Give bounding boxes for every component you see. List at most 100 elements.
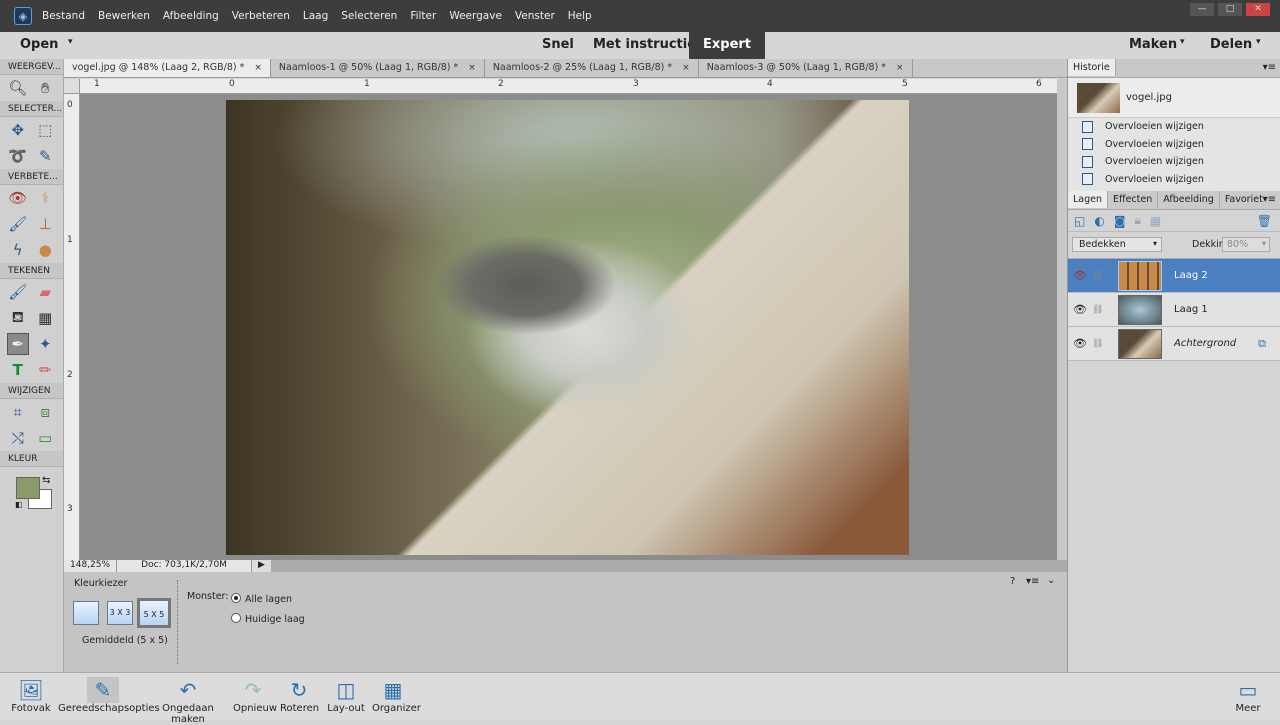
paint-bucket-icon[interactable]: ⛾ (7, 307, 29, 329)
collapse-icon[interactable]: ⌄ (1047, 575, 1055, 586)
help-icon[interactable]: ? (1010, 576, 1015, 587)
eyedropper-tool-icon[interactable]: ✒ (6, 333, 29, 355)
panel-menu-icon[interactable]: ▾≡ (1262, 194, 1276, 205)
close-tab-icon[interactable]: × (896, 63, 904, 73)
redo-button[interactable]: ↷ Opnieuw (233, 677, 277, 714)
foreground-color-swatch[interactable] (16, 477, 40, 499)
undo-button[interactable]: ↶ Ongedaan maken (149, 677, 227, 725)
close-tab-icon[interactable]: × (682, 63, 690, 73)
radio-huidige-laag[interactable]: Huidige laag (231, 613, 305, 625)
open-dropdown-icon[interactable]: ▾ (68, 37, 73, 47)
menu-afbeelding[interactable]: Afbeelding (163, 10, 219, 22)
crop-tool-icon[interactable]: ⌗ (7, 401, 29, 423)
visibility-icon[interactable]: 👁︎ (1068, 337, 1092, 350)
status-menu-arrow-icon[interactable]: ▶ (252, 560, 271, 572)
doc-tab-naamloos-2[interactable]: Naamloos-2 @ 25% (Laag 1, RGB/8) * × (485, 59, 699, 77)
straighten-tool-icon[interactable]: ▭ (34, 427, 56, 449)
lock-transparency-icon[interactable]: ▦ (1150, 214, 1161, 228)
history-item[interactable]: Overvloeien wijzigen (1068, 171, 1280, 189)
hand-tool-icon[interactable]: ✋︎ (34, 77, 56, 99)
type-tool-icon[interactable]: T (7, 359, 29, 381)
history-item[interactable]: Overvloeien wijzigen (1068, 153, 1280, 171)
menu-filter[interactable]: Filter (410, 10, 436, 22)
quick-selection-icon[interactable]: ✎ (34, 145, 56, 167)
fotovak-button[interactable]: 🖼︎ Fotovak (10, 677, 52, 714)
canvas-area[interactable] (80, 94, 1057, 560)
recompose-tool-icon[interactable]: ⧈ (34, 401, 56, 423)
lock-all-icon[interactable]: 🔒︎ (1134, 213, 1140, 228)
clone-stamp-icon[interactable]: ⊥ (34, 213, 56, 235)
pencil-tool-icon[interactable]: ✏ (34, 359, 56, 381)
custom-shape-icon[interactable]: ✦ (34, 333, 56, 355)
tab-afbeelding[interactable]: Afbeelding (1158, 191, 1220, 208)
visibility-hidden-icon[interactable]: 👁︎ (1068, 269, 1092, 282)
red-eye-tool-icon[interactable]: 👁︎ (7, 187, 29, 209)
doc-tab-vogel[interactable]: vogel.jpg @ 148% (Laag 2, RGB/8) * × (64, 59, 271, 77)
maken-dropdown-icon[interactable]: ▾ (1180, 37, 1185, 47)
menu-selecteren[interactable]: Selecteren (341, 10, 397, 22)
smart-brush-icon[interactable]: 🖌︎ (7, 213, 29, 235)
swap-colors-icon[interactable]: ⇆ (42, 475, 50, 486)
doc-tab-naamloos-1[interactable]: Naamloos-1 @ 50% (Laag 1, RGB/8) * × (271, 59, 485, 77)
layer-mask-icon[interactable]: ◙ (1114, 214, 1126, 228)
brush-tool-icon[interactable]: 🖌︎ (7, 281, 29, 303)
minimize-button[interactable]: — (1190, 3, 1214, 16)
new-layer-icon[interactable]: ◱ (1074, 214, 1085, 228)
layer-row-laag-1[interactable]: 👁︎ ⛓ Laag 1 (1068, 293, 1280, 327)
delen-dropdown-icon[interactable]: ▾ (1256, 37, 1261, 47)
radio-alle-lagen[interactable]: Alle lagen (231, 593, 292, 605)
document-image[interactable] (226, 100, 909, 555)
link-icon[interactable]: ⛓ (1092, 271, 1112, 281)
zoom-tool-icon[interactable]: 🔍︎ (7, 77, 29, 99)
move-tool-icon[interactable]: ✥ (7, 119, 29, 141)
open-button[interactable]: Open (20, 37, 58, 52)
maximize-button[interactable]: □ (1218, 3, 1242, 16)
menu-venster[interactable]: Venster (515, 10, 555, 22)
zoom-level[interactable]: 148,25% (64, 560, 118, 572)
sponge-tool-icon[interactable]: ● (34, 239, 56, 261)
horizontal-scrollbar[interactable] (270, 560, 1067, 572)
content-aware-move-icon[interactable]: ⤭ (7, 427, 29, 449)
visibility-icon[interactable]: 👁︎ (1068, 303, 1092, 316)
tab-lagen[interactable]: Lagen (1068, 191, 1109, 208)
more-button[interactable]: ▭ Meer (1232, 677, 1264, 714)
link-icon[interactable]: ⛓ (1092, 305, 1112, 315)
layer-name[interactable]: Achtergrond (1174, 338, 1236, 349)
layer-name[interactable]: Laag 1 (1174, 304, 1208, 315)
mode-expert[interactable]: Expert (689, 32, 766, 59)
link-icon[interactable]: ⛓ (1092, 339, 1112, 349)
adjustment-layer-icon[interactable]: ◐ (1094, 214, 1104, 228)
layer-row-laag-2[interactable]: 👁︎ ⛓ Laag 2 (1068, 259, 1280, 293)
tab-historie[interactable]: Historie (1068, 59, 1116, 76)
sample-size-point[interactable] (73, 601, 99, 625)
maken-button[interactable]: Maken (1129, 37, 1177, 52)
menu-bestand[interactable]: Bestand (42, 10, 85, 22)
layout-button[interactable]: ◫ Lay-out (327, 677, 365, 714)
delen-button[interactable]: Delen (1210, 37, 1252, 52)
tab-effecten[interactable]: Effecten (1108, 191, 1159, 208)
background-lock-icon[interactable]: ⧉ (1258, 337, 1266, 351)
opacity-input[interactable]: 80% ▾ (1222, 237, 1270, 252)
panel-menu-icon[interactable]: ▾≡ (1263, 62, 1276, 73)
blur-tool-icon[interactable]: ϟ (7, 239, 29, 261)
spot-healing-icon[interactable]: ⚕ (34, 187, 56, 209)
sample-size-3x3[interactable]: 3 X 3 (107, 601, 133, 625)
menu-weergave[interactable]: Weergave (449, 10, 502, 22)
layer-name[interactable]: Laag 2 (1174, 270, 1208, 281)
menu-verbeteren[interactable]: Verbeteren (232, 10, 290, 22)
default-colors-icon[interactable]: ◧ (15, 500, 23, 509)
delete-layer-icon[interactable]: 🗑︎ (1257, 214, 1272, 228)
menu-help[interactable]: Help (568, 10, 592, 22)
gereedschapsopties-button[interactable]: ✎ Gereedschapsopties (58, 677, 160, 714)
close-tab-icon[interactable]: × (254, 63, 262, 73)
radio-icon[interactable] (231, 593, 241, 603)
eraser-tool-icon[interactable]: ▰ (34, 281, 56, 303)
mode-met-instructies[interactable]: Met instructies (593, 37, 704, 52)
menu-bewerken[interactable]: Bewerken (98, 10, 150, 22)
blend-mode-select[interactable]: Bedekken ▾ (1072, 237, 1162, 252)
sample-size-5x5[interactable]: 5 X 5 (137, 598, 171, 628)
radio-icon[interactable] (231, 613, 241, 623)
close-tab-icon[interactable]: × (468, 63, 476, 73)
close-button[interactable]: ✕ (1246, 3, 1270, 16)
panel-menu-icon[interactable]: ▾≡ (1026, 576, 1039, 587)
